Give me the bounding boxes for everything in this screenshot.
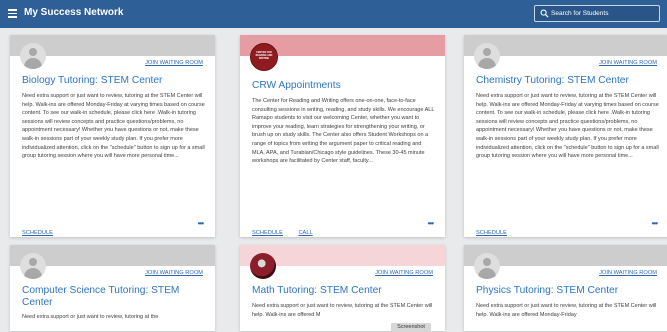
logo-text: CENTER FOR READING AND WRITING bbox=[255, 51, 273, 60]
service-card-crw: CENTER FOR READING AND WRITING CRW Appoi… bbox=[240, 35, 445, 237]
service-card-math: JOIN WAITING ROOM Math Tutoring: STEM Ce… bbox=[240, 245, 445, 331]
search-input[interactable] bbox=[551, 6, 655, 21]
card-footer: SCHEDULE ••• bbox=[476, 220, 658, 237]
card-footer: SCHEDULE ••• bbox=[22, 220, 204, 237]
card-title[interactable]: Computer Science Tutoring: STEM Center bbox=[22, 285, 207, 309]
search-box[interactable] bbox=[534, 5, 660, 22]
card-description: Need extra support or just want to revie… bbox=[476, 93, 659, 160]
avatar-placeholder-icon bbox=[474, 43, 500, 69]
card-title[interactable]: Chemistry Tutoring: STEM Center bbox=[476, 75, 661, 87]
join-waiting-room-link[interactable]: JOIN WAITING ROOM bbox=[145, 60, 203, 66]
more-horizontal-icon[interactable]: ••• bbox=[428, 220, 434, 228]
schedule-link[interactable]: SCHEDULE bbox=[22, 230, 53, 236]
crw-logo: CENTER FOR READING AND WRITING bbox=[250, 43, 278, 71]
more-horizontal-icon[interactable]: ••• bbox=[652, 220, 658, 228]
avatar-placeholder-icon bbox=[20, 43, 46, 69]
schedule-link[interactable]: SCHEDULE bbox=[252, 230, 283, 236]
card-description: Need extra support or just want to revie… bbox=[22, 93, 205, 160]
card-description: The Center for Reading and Writing offer… bbox=[252, 98, 435, 165]
join-waiting-room-link[interactable]: JOIN WAITING ROOM bbox=[145, 270, 203, 276]
service-card-computer-science: JOIN WAITING ROOM Computer Science Tutor… bbox=[10, 245, 215, 331]
join-waiting-room-link[interactable]: JOIN WAITING ROOM bbox=[375, 270, 433, 276]
card-footer: SCHEDULE CALL ••• bbox=[252, 220, 434, 237]
schedule-link[interactable]: SCHEDULE bbox=[476, 230, 507, 236]
avatar-placeholder-icon bbox=[20, 253, 46, 279]
hamburger-menu-icon[interactable] bbox=[8, 9, 17, 18]
app-title: My Success Network bbox=[24, 7, 124, 18]
card-title[interactable]: Biology Tutoring: STEM Center bbox=[22, 75, 207, 87]
math-center-avatar bbox=[250, 253, 276, 279]
service-card-chemistry: JOIN WAITING ROOM Chemistry Tutoring: ST… bbox=[464, 35, 667, 237]
card-title[interactable]: Physics Tutoring: STEM Center bbox=[476, 285, 661, 297]
service-card-biology: JOIN WAITING ROOM Biology Tutoring: STEM… bbox=[10, 35, 215, 237]
service-card-physics: JOIN WAITING ROOM Physics Tutoring: STEM… bbox=[464, 245, 667, 331]
search-icon bbox=[540, 9, 549, 18]
card-description: Need extra support or just want to revie… bbox=[22, 314, 159, 320]
avatar-placeholder-icon bbox=[474, 253, 500, 279]
card-description: Need extra support or just want to revie… bbox=[252, 303, 433, 318]
card-description: Need extra support or just want to revie… bbox=[476, 303, 657, 318]
call-link[interactable]: CALL bbox=[298, 230, 312, 236]
join-waiting-room-link[interactable]: JOIN WAITING ROOM bbox=[599, 270, 657, 276]
card-title[interactable]: CRW Appointments bbox=[252, 80, 437, 92]
top-app-bar: My Success Network bbox=[0, 0, 667, 28]
card-title[interactable]: Math Tutoring: STEM Center bbox=[252, 285, 437, 297]
join-waiting-room-link[interactable]: JOIN WAITING ROOM bbox=[599, 60, 657, 66]
more-horizontal-icon[interactable]: ••• bbox=[198, 220, 204, 228]
